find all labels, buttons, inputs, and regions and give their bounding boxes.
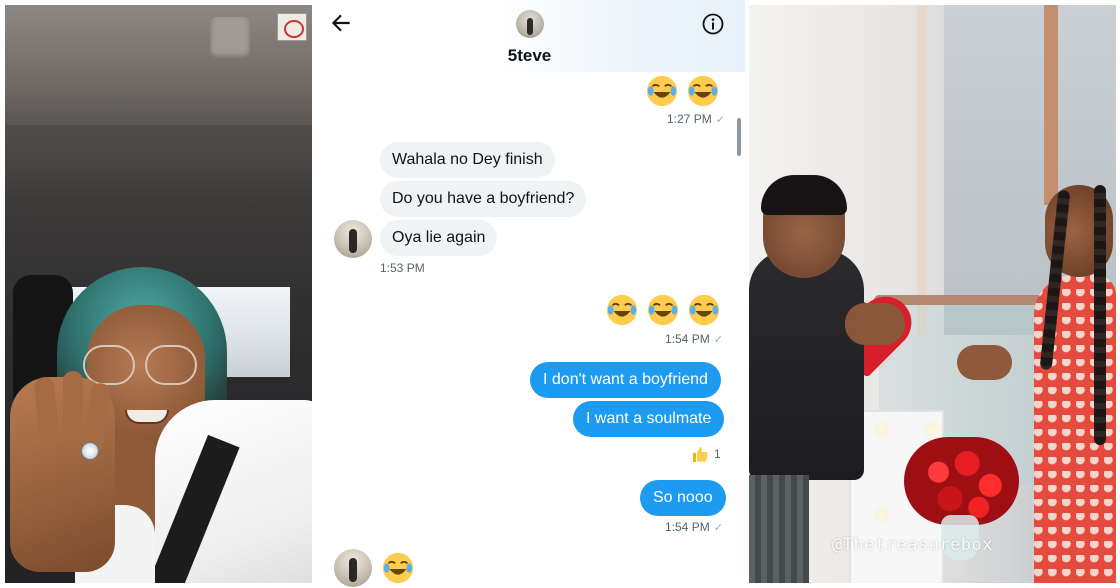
contact-avatar[interactable]	[516, 10, 544, 38]
message-reaction[interactable]: 1	[690, 444, 721, 464]
laughing-tears-emoji-icon[interactable]	[381, 551, 415, 585]
read-check-icon: ✓	[713, 334, 723, 346]
scrollbar-thumb[interactable]	[737, 118, 741, 156]
dm-conversation: 5teve 1:27 PM ✓ Wahala no Dey finish Do y…	[318, 0, 745, 588]
laughing-tears-emoji-icon	[606, 294, 638, 326]
message-timestamp: 1:53 PM	[380, 261, 425, 275]
incoming-message[interactable]: Wahala no Dey finish	[380, 142, 555, 178]
reaction-count: 1	[714, 447, 721, 461]
engagement-selfie-photo	[5, 5, 312, 583]
sender-avatar[interactable]	[334, 549, 372, 587]
man-black-shirt	[749, 250, 864, 480]
outgoing-emoji-message[interactable]	[605, 293, 721, 327]
braid	[1094, 185, 1106, 445]
sender-avatar[interactable]	[334, 220, 372, 258]
laughing-tears-emoji-icon	[647, 294, 679, 326]
message-timestamp: 1:54 PM ✓	[665, 332, 723, 346]
arrow-left-icon[interactable]	[328, 10, 354, 36]
woman-hand	[957, 345, 1012, 380]
wall-column	[1044, 5, 1058, 205]
incoming-message[interactable]: Do you have a boyfriend?	[380, 181, 587, 217]
plaid-trousers	[749, 475, 809, 583]
marquee-bulb	[877, 510, 886, 519]
outgoing-message[interactable]: So nooo	[640, 480, 726, 516]
thumbs-up-icon	[693, 447, 708, 462]
red-roses-bouquet	[904, 437, 1019, 525]
proposal-photo: @Thetreasurebox	[749, 5, 1116, 583]
read-check-icon: ✓	[715, 114, 725, 126]
laughing-tears-emoji-icon	[646, 75, 678, 107]
incoming-message[interactable]: Oya lie again	[380, 220, 498, 256]
grab-handle	[210, 17, 250, 59]
message-timestamp: 1:54 PM ✓	[665, 520, 723, 534]
message-timestamp: 1:27 PM ✓	[667, 112, 725, 126]
laughing-tears-emoji-icon	[688, 294, 720, 326]
outgoing-message[interactable]: I don't want a boyfriend	[530, 362, 721, 398]
glasses	[83, 345, 201, 387]
man-hair	[761, 175, 847, 215]
conversation-header: 5teve	[318, 0, 745, 72]
laughing-tears-emoji-icon	[687, 75, 719, 107]
marquee-bulb	[877, 425, 886, 434]
watermark: @Thetreasurebox	[832, 535, 994, 555]
finger	[63, 371, 83, 441]
engagement-ring	[81, 442, 99, 460]
marquee-bulb	[927, 425, 936, 434]
outgoing-emoji-message[interactable]	[645, 74, 720, 108]
man-hand	[845, 303, 905, 345]
car-ceiling	[5, 5, 312, 125]
outgoing-message[interactable]: I want a soulmate	[573, 401, 725, 437]
info-icon[interactable]	[701, 12, 725, 36]
wall-column	[917, 5, 927, 335]
no-smoking-sticker	[277, 13, 307, 41]
read-check-icon: ✓	[713, 522, 723, 534]
contact-name[interactable]: 5teve	[318, 46, 741, 66]
